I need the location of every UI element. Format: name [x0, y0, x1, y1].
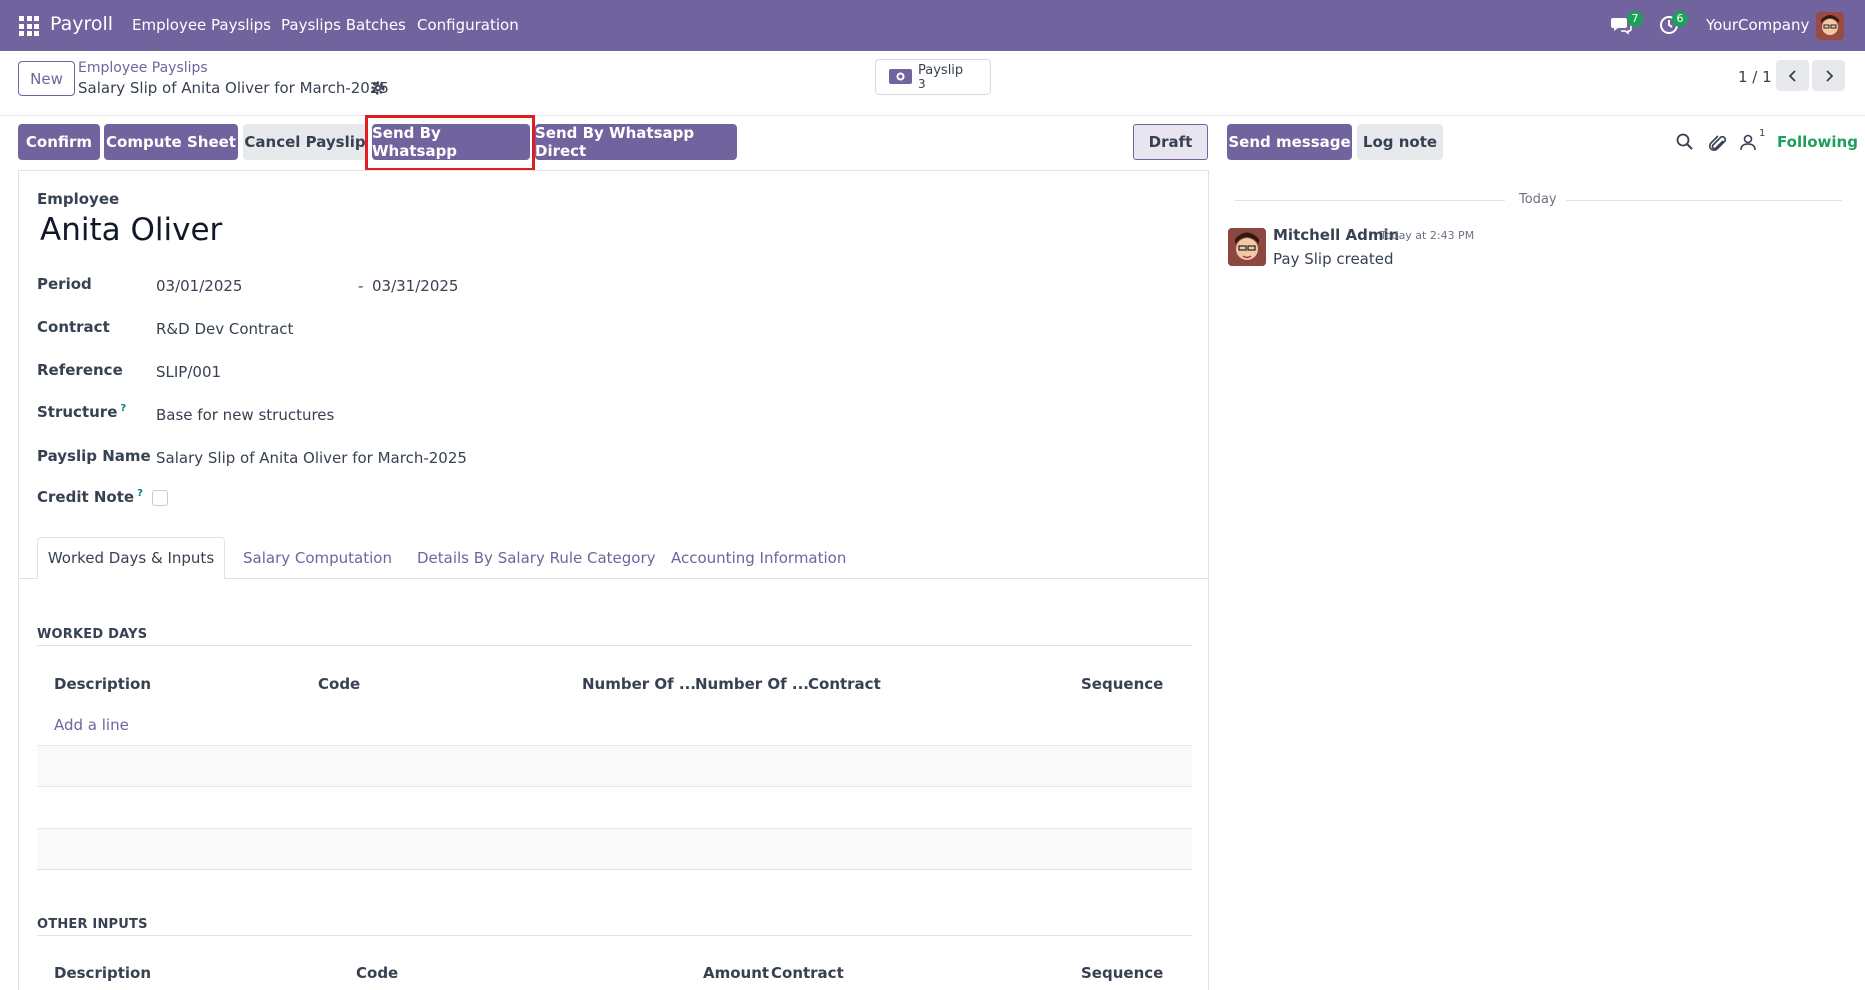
menu-payslips-batches[interactable]: Payslips Batches [281, 16, 406, 34]
smart-button-label: Payslip [918, 63, 964, 78]
column-header-sequence[interactable]: Sequence [1081, 964, 1163, 982]
activities-badge: 6 [1672, 11, 1688, 27]
worked-days-title: WORKED DAYS [37, 627, 148, 642]
employee-label: Employee [37, 190, 120, 208]
messages-badge: 7 [1627, 11, 1643, 27]
send-by-whatsapp-direct-button[interactable]: Send By Whatsapp Direct [535, 124, 737, 160]
other-inputs-title: OTHER INPUTS [37, 917, 148, 932]
breadcrumb-parent[interactable]: Employee Payslips [78, 60, 208, 76]
column-header-description[interactable]: Description [54, 964, 151, 982]
period-label: Period [37, 275, 92, 293]
tab-details-by-salary-rule-category[interactable]: Details By Salary Rule Category [417, 537, 656, 579]
table-bottom-border [37, 869, 1192, 870]
message-author-avatar[interactable] [1228, 228, 1266, 266]
column-header-code[interactable]: Code [356, 964, 398, 982]
column-header-amount[interactable]: Amount [703, 964, 769, 982]
compute-sheet-button[interactable]: Compute Sheet [104, 124, 238, 160]
app-name[interactable]: Payroll [50, 13, 113, 35]
table-row [37, 828, 1192, 869]
date-separator-line [1235, 200, 1505, 201]
help-tooltip-icon[interactable]: ? [137, 488, 143, 499]
send-message-button[interactable]: Send message [1227, 124, 1352, 160]
table-row [37, 745, 1192, 786]
column-header-description[interactable]: Description [54, 675, 151, 693]
confirm-button[interactable]: Confirm [18, 124, 100, 160]
tab-salary-computation[interactable]: Salary Computation [243, 537, 392, 579]
message-body: Pay Slip created [1273, 250, 1394, 268]
help-tooltip-icon[interactable]: ? [120, 403, 126, 414]
column-header-code[interactable]: Code [318, 675, 360, 693]
cancel-payslip-button[interactable]: Cancel Payslip [243, 124, 367, 160]
menu-employee-payslips[interactable]: Employee Payslips [132, 16, 271, 34]
highlight-box [365, 115, 535, 171]
column-header-number-of-hours[interactable]: Number Of ... [695, 675, 809, 693]
money-icon [889, 69, 912, 84]
pager-value[interactable]: 1 / 1 [1738, 68, 1772, 86]
column-header-contract[interactable]: Contract [808, 675, 881, 693]
period-separator: - [358, 277, 364, 295]
status-draft[interactable]: Draft [1133, 124, 1208, 160]
tab-worked-days-inputs[interactable]: Worked Days & Inputs [37, 537, 225, 579]
structure-label: Structure? [37, 403, 127, 421]
tab-accounting-information[interactable]: Accounting Information [671, 537, 846, 579]
period-from[interactable]: 03/01/2025 [156, 277, 242, 295]
following-button[interactable]: Following [1777, 133, 1858, 151]
user-avatar[interactable] [1816, 12, 1844, 40]
menu-configuration[interactable]: Configuration [417, 16, 519, 34]
period-to[interactable]: 03/31/2025 [372, 277, 458, 295]
date-separator-line [1566, 200, 1842, 201]
date-separator: Today [1519, 192, 1557, 207]
company-switcher[interactable]: YourCompany [1706, 16, 1809, 34]
payslip-name-value[interactable]: Salary Slip of Anita Oliver for March-20… [156, 449, 467, 467]
new-button[interactable]: New [18, 61, 75, 96]
section-divider [37, 645, 1192, 646]
column-header-contract[interactable]: Contract [771, 964, 844, 982]
followers-count: 1 [1759, 128, 1766, 139]
column-header-sequence[interactable]: Sequence [1081, 675, 1163, 693]
chevron-right-icon [1825, 69, 1833, 82]
apps-menu-icon[interactable] [19, 16, 39, 36]
breadcrumb-current: Salary Slip of Anita Oliver for March-20… [78, 79, 389, 97]
add-a-line-link[interactable]: Add a line [54, 716, 129, 734]
employee-name[interactable]: Anita Oliver [40, 212, 222, 248]
followers-icon[interactable] [1738, 132, 1758, 152]
chevron-left-icon [1788, 69, 1796, 82]
paperclip-icon[interactable] [1708, 132, 1728, 152]
contract-label: Contract [37, 318, 110, 336]
credit-note-checkbox[interactable] [152, 490, 168, 506]
log-note-button[interactable]: Log note [1357, 124, 1443, 160]
pager-next-button[interactable] [1812, 60, 1845, 91]
gear-icon[interactable] [370, 80, 386, 96]
reference-label: Reference [37, 361, 123, 379]
search-icon[interactable] [1675, 132, 1695, 152]
section-divider [37, 935, 1192, 936]
pager-previous-button[interactable] [1776, 60, 1809, 91]
table-row [37, 786, 1192, 827]
smart-button-count: 3 [918, 77, 926, 91]
structure-value[interactable]: Base for new structures [156, 406, 334, 424]
top-navbar: Payroll Employee Payslips Payslips Batch… [0, 0, 1865, 51]
contract-value[interactable]: R&D Dev Contract [156, 320, 293, 338]
column-header-number-of-days[interactable]: Number Of ... [582, 675, 696, 693]
credit-note-label: Credit Note? [37, 488, 143, 506]
control-panel: New Employee Payslips Salary Slip of Ani… [0, 51, 1865, 116]
reference-value[interactable]: SLIP/001 [156, 363, 221, 381]
message-time: Today at 2:43 PM [1380, 229, 1475, 242]
payslip-smart-button[interactable]: Payslip 3 [875, 59, 991, 95]
payslip-name-label: Payslip Name [37, 447, 151, 465]
